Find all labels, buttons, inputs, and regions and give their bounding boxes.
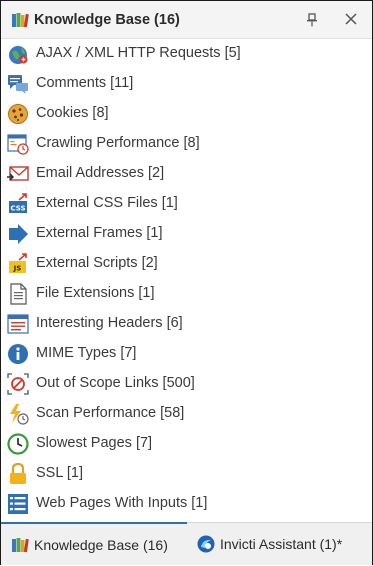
file-icon — [10, 283, 27, 305]
list-item-external-scripts[interactable]: JS External Scripts [2] — [1, 249, 372, 279]
list-item-slowest-pages[interactable]: Slowest Pages [7] — [1, 429, 372, 459]
list-item-external-css-files[interactable]: CSS External CSS Files [1] — [1, 189, 372, 219]
list-item-crawling-performance[interactable]: Crawling Performance [8] — [1, 129, 372, 159]
svg-text:CSS: CSS — [10, 205, 25, 213]
list-item-web-pages-with-inputs[interactable]: Web Pages With Inputs [1] — [1, 489, 372, 519]
list-item-label: External Scripts [2] — [36, 255, 158, 271]
list-item-email-addresses[interactable]: Email Addresses [2] — [1, 159, 372, 189]
list-item-comments[interactable]: Comments [11] — [1, 69, 372, 99]
list-item-ssl[interactable]: SSL [1] — [1, 459, 372, 489]
list-item-mime-types[interactable]: MIME Types [7] — [1, 339, 372, 369]
list-item-label: Comments [11] — [36, 75, 134, 91]
list-item-label: Slowest Pages [7] — [36, 435, 153, 451]
list-item-label: External Frames [1] — [36, 225, 163, 241]
info-icon — [8, 344, 28, 364]
email-icon — [7, 166, 29, 181]
list-item-interesting-headers[interactable]: Interesting Headers [6] — [1, 309, 372, 339]
headers-icon — [7, 314, 29, 334]
comments-icon — [8, 75, 28, 94]
ajax-globe-icon — [9, 46, 28, 64]
form-inputs-icon — [8, 494, 28, 514]
list-item-out-of-scope-links[interactable]: Out of Scope Links [500] — [1, 369, 372, 399]
panel-title-bar: Knowledge Base (16) — [1, 1, 372, 39]
list-item-scan-performance[interactable]: Scan Performance [58] — [1, 399, 372, 429]
css-file-icon: CSS — [9, 193, 27, 213]
list-item-label: Cookies [8] — [36, 105, 109, 121]
scan-performance-icon — [10, 404, 29, 425]
lock-icon — [10, 463, 26, 484]
out-of-scope-icon — [7, 373, 29, 395]
crawling-performance-icon — [7, 134, 29, 155]
list-item-ajax[interactable]: AJAX / XML HTTP Requests [5] — [1, 39, 372, 69]
tab-knowledge-base[interactable]: Knowledge Base (16) — [1, 522, 187, 566]
list-item-label: SSL [1] — [36, 465, 84, 481]
knowledge-base-panel: Knowledge Base (16) AJAX / XML HTTP Requ… — [0, 0, 373, 565]
invicti-assistant-icon — [197, 535, 215, 553]
list-item-label: MIME Types [7] — [36, 345, 137, 361]
tab-label: Invicti Assistant (1)* — [220, 536, 343, 552]
list-item-label: External CSS Files [1] — [36, 195, 178, 211]
tab-invicti-assistant[interactable]: Invicti Assistant (1)* — [191, 523, 372, 565]
list-item-cookies[interactable]: Cookies [8] — [1, 99, 372, 129]
js-file-icon: JS — [9, 253, 27, 273]
tab-label: Knowledge Base (16) — [34, 537, 168, 553]
frame-arrow-icon — [9, 224, 28, 244]
pin-icon[interactable] — [306, 13, 318, 27]
cookie-icon — [8, 104, 28, 124]
list-item-label: AJAX / XML HTTP Requests [5] — [36, 45, 241, 61]
panel-title: Knowledge Base (16) — [34, 11, 180, 28]
close-icon[interactable] — [344, 12, 358, 26]
list-item-label: Scan Performance [58] — [36, 405, 185, 421]
list-item-file-extensions[interactable]: File Extensions [1] — [1, 279, 372, 309]
knowledge-base-books-icon — [12, 538, 29, 553]
list-item-label: Interesting Headers [6] — [36, 315, 183, 331]
panel-tab-bar: Knowledge Base (16) Invicti Assistant (1… — [1, 522, 372, 565]
list-item-label: Out of Scope Links [500] — [36, 375, 195, 391]
list-item-label: Web Pages With Inputs [1] — [36, 495, 208, 511]
knowledge-base-books-icon — [12, 12, 29, 27]
list-item-external-frames[interactable]: External Frames [1] — [1, 219, 372, 249]
list-item-label: File Extensions [1] — [36, 285, 155, 301]
list-item-label: Email Addresses [2] — [36, 165, 165, 181]
svg-text:JS: JS — [13, 265, 22, 273]
list-item-label: Crawling Performance [8] — [36, 135, 200, 151]
clock-icon — [7, 433, 29, 455]
